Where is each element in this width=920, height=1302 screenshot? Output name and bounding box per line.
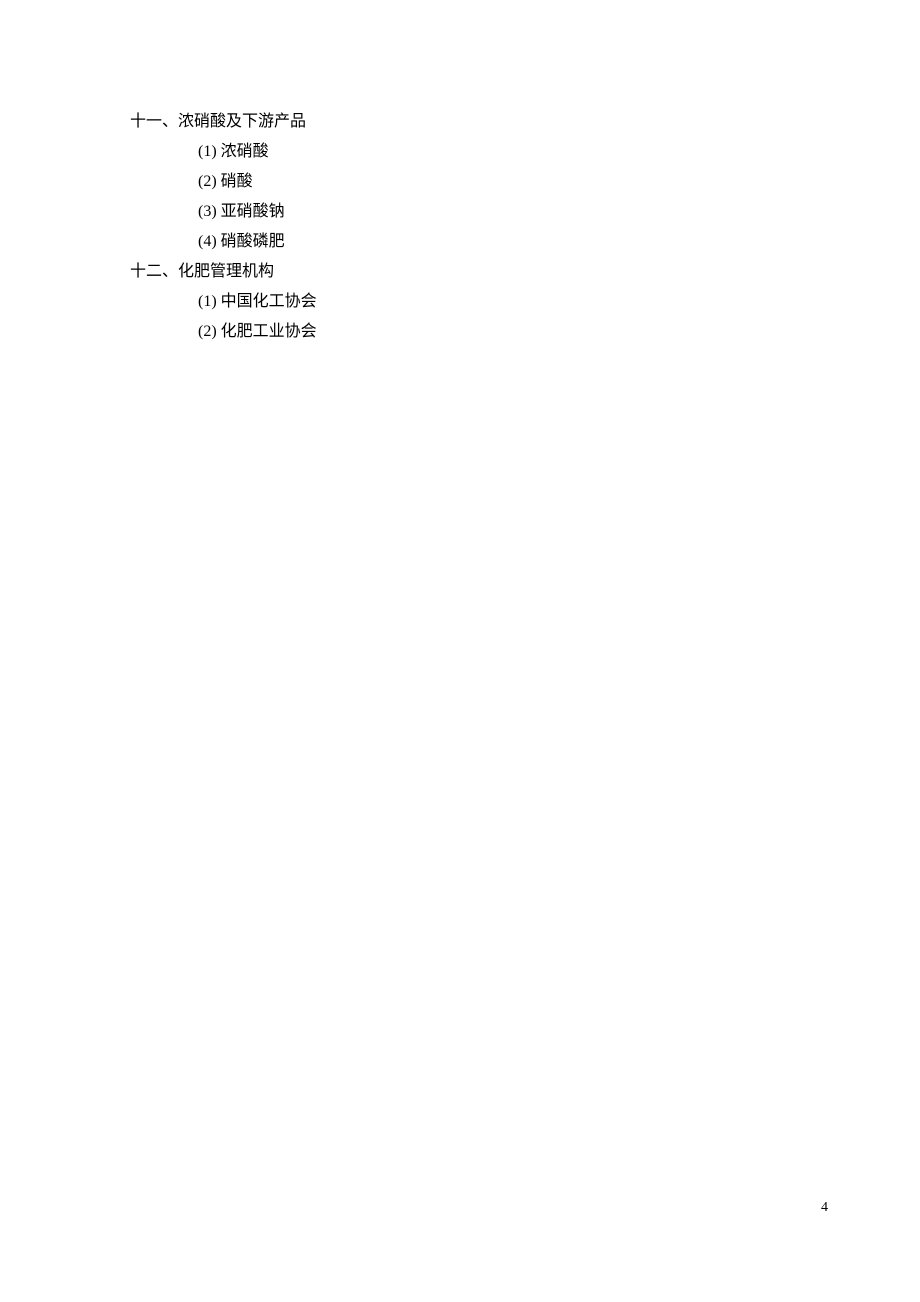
item-text: 化肥工业协会 (221, 323, 317, 340)
list-item: (3) 亚硝酸钠 (198, 200, 790, 224)
list-item: (1) 中国化工协会 (198, 290, 790, 314)
list-item: (1) 浓硝酸 (198, 140, 790, 164)
item-marker: (2) (198, 323, 217, 340)
document-page: 十一、浓硝酸及下游产品 (1) 浓硝酸 (2) 硝酸 (3) 亚硝酸钠 (4) … (0, 0, 920, 344)
item-marker: (2) (198, 173, 217, 190)
item-text: 硝酸 (221, 173, 253, 190)
item-text: 亚硝酸钠 (221, 203, 285, 220)
list-item: (2) 硝酸 (198, 170, 790, 194)
list-item: (2) 化肥工业协会 (198, 320, 790, 344)
item-text: 硝酸磷肥 (221, 233, 285, 250)
item-marker: (4) (198, 233, 217, 250)
item-text: 中国化工协会 (221, 293, 317, 310)
item-marker: (1) (198, 293, 217, 310)
section-heading: 十一、浓硝酸及下游产品 (130, 110, 790, 134)
item-text: 浓硝酸 (221, 143, 269, 160)
item-marker: (1) (198, 143, 217, 160)
list-item: (4) 硝酸磷肥 (198, 230, 790, 254)
item-marker: (3) (198, 203, 217, 220)
page-number: 4 (821, 1200, 828, 1216)
section-heading: 十二、化肥管理机构 (130, 260, 790, 284)
